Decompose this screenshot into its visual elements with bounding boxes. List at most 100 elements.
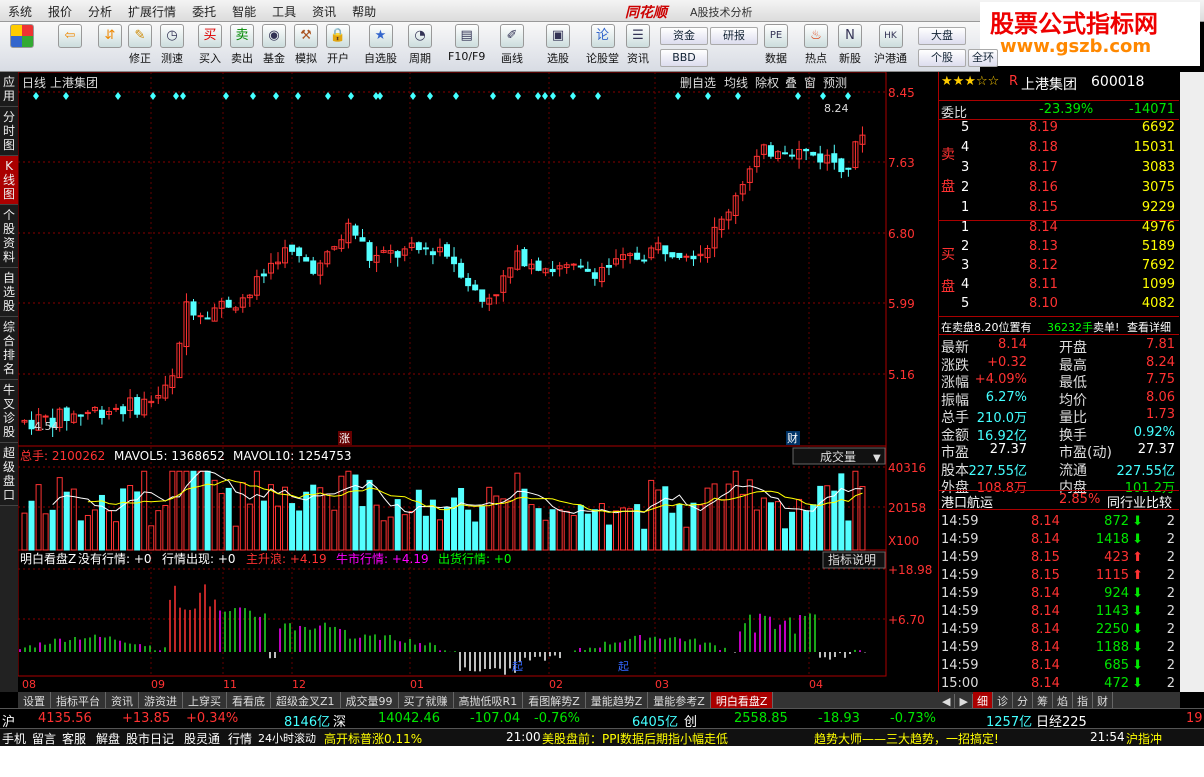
ticker-gulingtong[interactable]: 股灵通: [184, 730, 220, 747]
screen-icon: ▣: [546, 24, 570, 48]
tab-profile[interactable]: 个股资料: [0, 205, 18, 268]
order-detail-link[interactable]: 查看详细: [1127, 319, 1171, 335]
kline-chart-area[interactable]: 日线 上港集团 删自选 均线 除权 叠 窗 预测 8.45 7.63 6.80 …: [17, 71, 938, 692]
menu-ext[interactable]: 扩展行情: [120, 0, 184, 23]
report-button[interactable]: 研报: [710, 27, 758, 45]
ticker-phone[interactable]: 手机: [2, 730, 26, 747]
volume-bar: [77, 520, 84, 551]
forecast-button[interactable]: 预测: [823, 76, 847, 90]
kline-chart[interactable]: 日线 上港集团 删自选 均线 除权 叠 窗 预测 8.45 7.63 6.80 …: [17, 71, 938, 692]
hot-label: 热点: [805, 52, 827, 65]
signal-diamond: [490, 92, 496, 100]
ticker-news3[interactable]: 趋势大师——三大趋势，一招搞定!: [814, 730, 999, 747]
speed-button[interactable]: ◷ 测速: [160, 24, 184, 66]
sector-compare-button[interactable]: 同行业比较: [1107, 492, 1172, 511]
overlay-button[interactable]: 叠: [785, 76, 797, 90]
ticker-diary[interactable]: 股市日记: [126, 730, 174, 747]
draw-button[interactable]: ✐ 画线: [500, 24, 524, 66]
capital-button[interactable]: 资金: [660, 27, 708, 45]
simulate-button[interactable]: ⚒ 模拟: [294, 24, 318, 66]
ticker-24h[interactable]: 24小时滚动: [258, 730, 316, 746]
tab-intraday[interactable]: 分时图: [0, 107, 18, 156]
stat-value: 227.55亿: [1116, 463, 1176, 479]
layout-button[interactable]: [10, 24, 34, 50]
up-down-button[interactable]: ⇵: [98, 24, 122, 50]
menu-system[interactable]: 系统: [0, 0, 40, 23]
hk-connect-button[interactable]: HK 沪港通: [874, 24, 907, 66]
forum-button[interactable]: 论论股堂: [586, 24, 619, 66]
buy-row[interactable]: 2 8.13 5189: [939, 239, 1179, 257]
menu-tools[interactable]: 工具: [264, 0, 304, 23]
data-button[interactable]: PE 数据: [764, 24, 788, 66]
screener-button[interactable]: ▣ 选股: [546, 24, 570, 66]
ticker-news4[interactable]: 沪指冲: [1126, 730, 1162, 747]
period-icon: ◔: [408, 24, 432, 48]
ma-button[interactable]: 均线: [724, 76, 748, 90]
stat-value: 210.0万: [976, 411, 1027, 426]
open-account-button[interactable]: 🔒 开户: [326, 24, 350, 66]
market-button[interactable]: 大盘: [918, 27, 966, 45]
tab-diagnose[interactable]: 牛叉诊股: [0, 380, 18, 443]
ticker-news2[interactable]: 美股盘前：PPI数据后期指小幅走低: [542, 730, 728, 747]
volume-bar: [49, 509, 56, 551]
back-button[interactable]: ⇦: [58, 24, 82, 50]
tab-ranking[interactable]: 综合排名: [0, 317, 18, 380]
remove-watch-button[interactable]: 删自选: [680, 76, 716, 90]
right-scrollbar[interactable]: [1180, 72, 1204, 692]
app-title: A股技术分析: [690, 6, 753, 19]
sell-row[interactable]: 5 8.19 6692: [939, 120, 1179, 138]
nav-left-icon[interactable]: ◀: [938, 694, 956, 709]
fix-button[interactable]: ✎ 修正: [128, 24, 152, 66]
sector-name[interactable]: 港口航运: [941, 492, 993, 511]
sell-row[interactable]: 2 8.16 3075: [939, 180, 1179, 198]
buy-row[interactable]: 1 8.14 4976: [939, 220, 1179, 238]
bbd-button[interactable]: BBD: [660, 49, 708, 67]
buy-button[interactable]: 买买入: [198, 24, 222, 66]
nav-right-icon[interactable]: ▶: [955, 694, 973, 709]
menu-news[interactable]: 资讯: [304, 0, 344, 23]
tab-apps[interactable]: 应用: [0, 72, 18, 107]
sell-row[interactable]: 4 8.18 15031: [939, 140, 1179, 158]
ticker-quote[interactable]: 行情: [228, 730, 252, 747]
menu-analysis[interactable]: 分析: [80, 0, 120, 23]
ticker-service[interactable]: 客服: [62, 730, 86, 747]
window-button[interactable]: 窗: [804, 76, 816, 90]
exright-button[interactable]: 除权: [755, 75, 779, 90]
fund-button[interactable]: ◉ 基金: [262, 24, 286, 66]
watchlist-label: 自选股: [364, 52, 397, 65]
watchlist-button[interactable]: ★ 自选股: [364, 24, 397, 66]
buy-row[interactable]: 5 8.10 4082: [939, 296, 1179, 314]
tick-count: 2: [1166, 622, 1175, 637]
tick-row: 14:59 8.14 685 ⬇ 2: [939, 658, 1179, 676]
sell-button[interactable]: 卖卖出: [230, 24, 254, 66]
hot-button[interactable]: ♨ 热点: [804, 24, 828, 66]
signal-diamond: [427, 92, 433, 100]
ticker-msg[interactable]: 留言: [32, 730, 56, 747]
news-button[interactable]: ☰ 资讯: [626, 24, 650, 66]
forum-label: 论股堂: [586, 52, 619, 65]
newstock-button[interactable]: N 新股: [838, 24, 862, 66]
sell-row[interactable]: 3 8.17 3083: [939, 160, 1179, 178]
sell-row[interactable]: 1 8.15 9229: [939, 200, 1179, 218]
hk-icon: HK: [878, 24, 903, 48]
volume-bar: [70, 488, 77, 551]
volume-bar: [704, 487, 711, 551]
buy-row[interactable]: 4 8.11 1099: [939, 277, 1179, 295]
f10-button[interactable]: ▤ F10/F9: [448, 24, 485, 63]
menu-quote[interactable]: 报价: [40, 0, 80, 23]
tab-watchlist[interactable]: 自选股: [0, 268, 18, 317]
ticker-news1[interactable]: 高开标普涨0.11%: [324, 730, 422, 747]
left-tabs: 应用 分时图 K线图 个股资料 自选股 综合排名 牛叉诊股 超级盘口: [0, 72, 18, 692]
menu-help[interactable]: 帮助: [344, 0, 384, 23]
menu-trade[interactable]: 委托: [184, 0, 224, 23]
tab-superorder[interactable]: 超级盘口: [0, 443, 18, 506]
volume-bar: [683, 526, 690, 551]
ticker-jiepan[interactable]: 解盘: [96, 730, 120, 747]
quote-tabs: ◀ ▶ 细诊分筹焰指财: [938, 692, 1180, 710]
quanhuan-button[interactable]: 全环: [968, 49, 998, 67]
buy-row[interactable]: 3 8.12 7692: [939, 258, 1179, 276]
period-button[interactable]: ◔ 周期: [408, 24, 432, 66]
stock-button[interactable]: 个股: [918, 49, 966, 67]
menu-smart[interactable]: 智能: [224, 0, 264, 23]
tab-kline[interactable]: K线图: [0, 156, 18, 205]
